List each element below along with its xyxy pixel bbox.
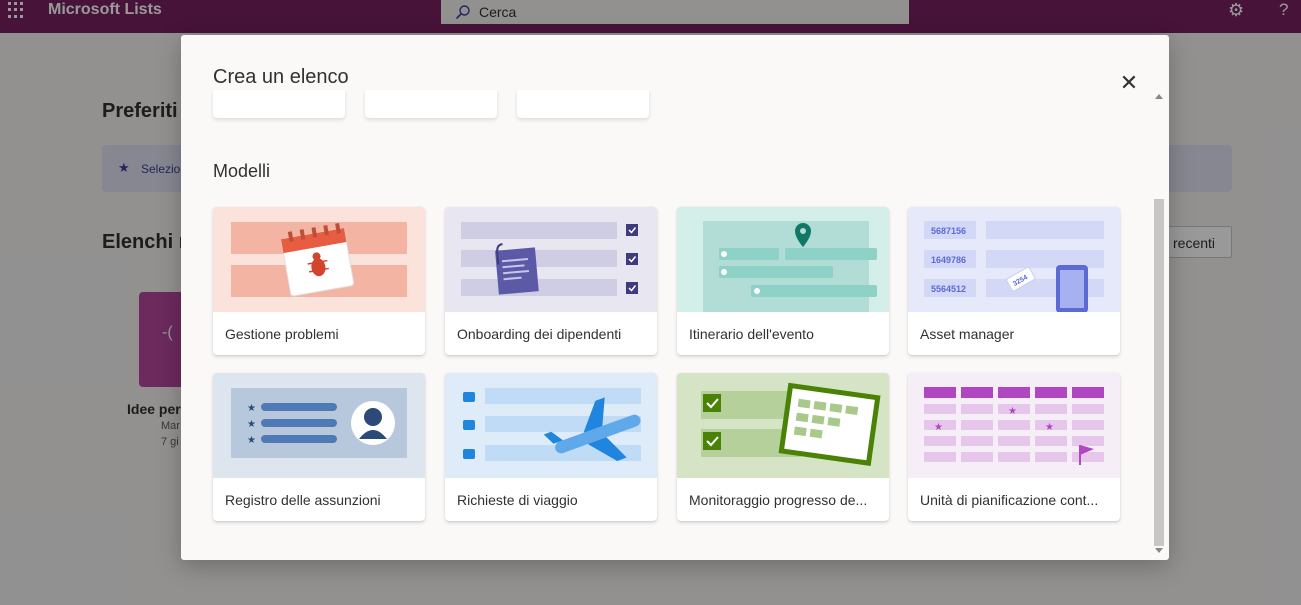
create-list-dialog: Crea un elenco ✕ Modelli Gestione proble… xyxy=(181,35,1169,560)
template-label: Gestione problemi xyxy=(225,326,339,342)
template-label: Monitoraggio progresso de... xyxy=(689,492,868,508)
issue-tracker-illustration xyxy=(213,207,425,312)
template-card-event-itinerary[interactable]: Itinerario dell'evento xyxy=(677,207,889,355)
template-card-asset-manager[interactable]: 5687156 1649786 5564512 3254 Asset manag… xyxy=(908,207,1120,355)
template-card-content-scheduler[interactable]: ★ ★ ★ Unità di pianificazione cont... xyxy=(908,373,1120,521)
recruitment-tracker-illustration: ★ ★ ★ xyxy=(213,373,425,478)
scroll-thumb[interactable] xyxy=(1154,199,1164,546)
template-label: Unità di pianificazione cont... xyxy=(920,492,1099,508)
event-itinerary-illustration xyxy=(677,207,889,312)
asset-number: 5564512 xyxy=(931,284,966,294)
template-label: Richieste di viaggio xyxy=(457,492,578,508)
asset-manager-illustration: 5687156 1649786 5564512 3254 xyxy=(908,207,1120,312)
svg-text:★: ★ xyxy=(247,435,256,446)
template-label: Onboarding dei dipendenti xyxy=(457,326,622,342)
scroll-down-icon[interactable] xyxy=(1155,548,1163,553)
create-option-card[interactable] xyxy=(365,90,497,118)
template-label: Itinerario dell'evento xyxy=(689,326,814,342)
employee-onboarding-illustration xyxy=(445,207,657,312)
content-scheduler-illustration: ★ ★ ★ xyxy=(908,373,1120,478)
asset-number: 1649786 xyxy=(931,255,966,265)
template-label: Asset manager xyxy=(920,326,1015,342)
dialog-title: Crea un elenco xyxy=(213,66,349,88)
svg-text:★: ★ xyxy=(1008,406,1017,417)
template-label: Registro delle assunzioni xyxy=(225,492,381,508)
svg-text:★: ★ xyxy=(247,419,256,430)
progress-tracker-illustration xyxy=(677,373,889,478)
dialog-scrollbar[interactable] xyxy=(1153,92,1165,556)
template-card-issue-tracker[interactable]: Gestione problemi xyxy=(213,207,425,355)
create-option-card[interactable] xyxy=(517,90,649,118)
template-card-travel-requests[interactable]: Richieste di viaggio xyxy=(445,373,657,521)
template-card-recruitment-tracker[interactable]: ★ ★ ★ Registro delle assunzioni xyxy=(213,373,425,521)
travel-requests-illustration xyxy=(445,373,657,478)
close-icon[interactable]: ✕ xyxy=(1119,71,1139,95)
create-option-card[interactable] xyxy=(213,90,345,118)
templates-heading: Modelli xyxy=(213,161,271,181)
asset-number: 5687156 xyxy=(931,226,966,236)
template-card-employee-onboarding[interactable]: Onboarding dei dipendenti xyxy=(445,207,657,355)
svg-text:★: ★ xyxy=(247,403,256,414)
svg-text:★: ★ xyxy=(934,422,943,433)
template-card-progress-tracker[interactable]: Monitoraggio progresso de... xyxy=(677,373,889,521)
scroll-up-icon[interactable] xyxy=(1155,94,1163,99)
svg-text:★: ★ xyxy=(1045,422,1054,433)
